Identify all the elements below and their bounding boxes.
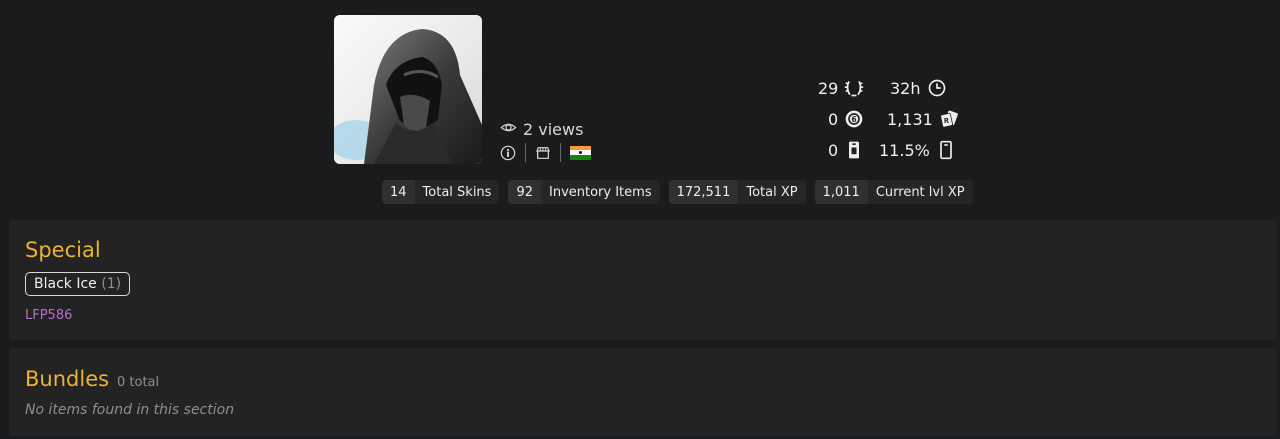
chip-label: Total XP [746,184,798,200]
avatar-image [334,15,482,164]
alpha-pack-chance-icon [936,140,956,160]
bundles-total: 0 total [117,375,160,390]
renown-value: 1,131 [887,109,933,129]
r6-credits-stat: 0 6 [828,109,864,129]
bundles-section: Bundles 0 total No items found in this s… [9,348,1277,436]
svg-text:R: R [944,117,949,125]
chip-label: Inventory Items [549,184,652,200]
bundles-title: Bundles [25,367,110,391]
alpha-pack-icon [844,140,864,160]
alpha-packs-value: 0 [828,140,839,160]
bundles-empty-message: No items found in this section [25,402,235,418]
badge-count: (1) [101,276,122,292]
alpha-packs-stat: 0 [828,140,864,160]
black-ice-badge[interactable]: Black Ice (1) [25,272,131,296]
ubisoft-profile-icon[interactable] [500,145,516,161]
special-title: Special [25,238,101,262]
playtime-value: 32h [890,78,921,98]
badge-label: Black Ice [34,276,97,292]
chip-value: 14 [382,180,415,204]
playtime-stat: 32h [890,78,947,98]
profile-links [500,143,591,162]
chip-label: Total Skins [422,184,492,200]
views-count: 2 views [523,120,584,139]
renown-icon: R [939,109,959,129]
renown-stat: 1,131 R [887,109,959,129]
profile-avatar [334,15,482,164]
inventory-items-chip: 92 Inventory Items [508,180,660,204]
level-value: 29 [818,78,839,98]
r6-credits-value: 0 [828,109,839,129]
chip-label: Current lvl XP [875,184,965,200]
store-icon[interactable] [535,145,551,161]
total-skins-chip: 14 Total Skins [382,180,500,204]
summary-chips: 14 Total Skins 92 Inventory Items 172,51… [382,180,973,204]
india-flag-icon [570,145,591,160]
profile-views: 2 views [500,119,583,140]
chip-value: 1,011 [814,180,868,204]
special-section: Special Black Ice (1) LFP586 [9,220,1277,340]
link-divider [560,143,561,162]
link-divider [525,143,526,162]
eye-icon [500,119,517,140]
current-lvl-xp-chip: 1,011 Current lvl XP [814,180,973,204]
total-xp-chip: 172,511 Total XP [668,180,806,204]
clock-icon [927,78,947,98]
chip-value: 172,511 [668,180,739,204]
special-code: LFP586 [25,308,73,323]
level-stat: 29 [818,78,864,98]
laurel-icon [844,78,864,98]
r6-credits-icon: 6 [844,109,864,129]
alpha-pack-chance-value: 11.5% [879,140,930,160]
alpha-pack-chance-stat: 11.5% [879,140,956,160]
chip-value: 92 [508,180,541,204]
svg-text:6: 6 [852,115,857,124]
